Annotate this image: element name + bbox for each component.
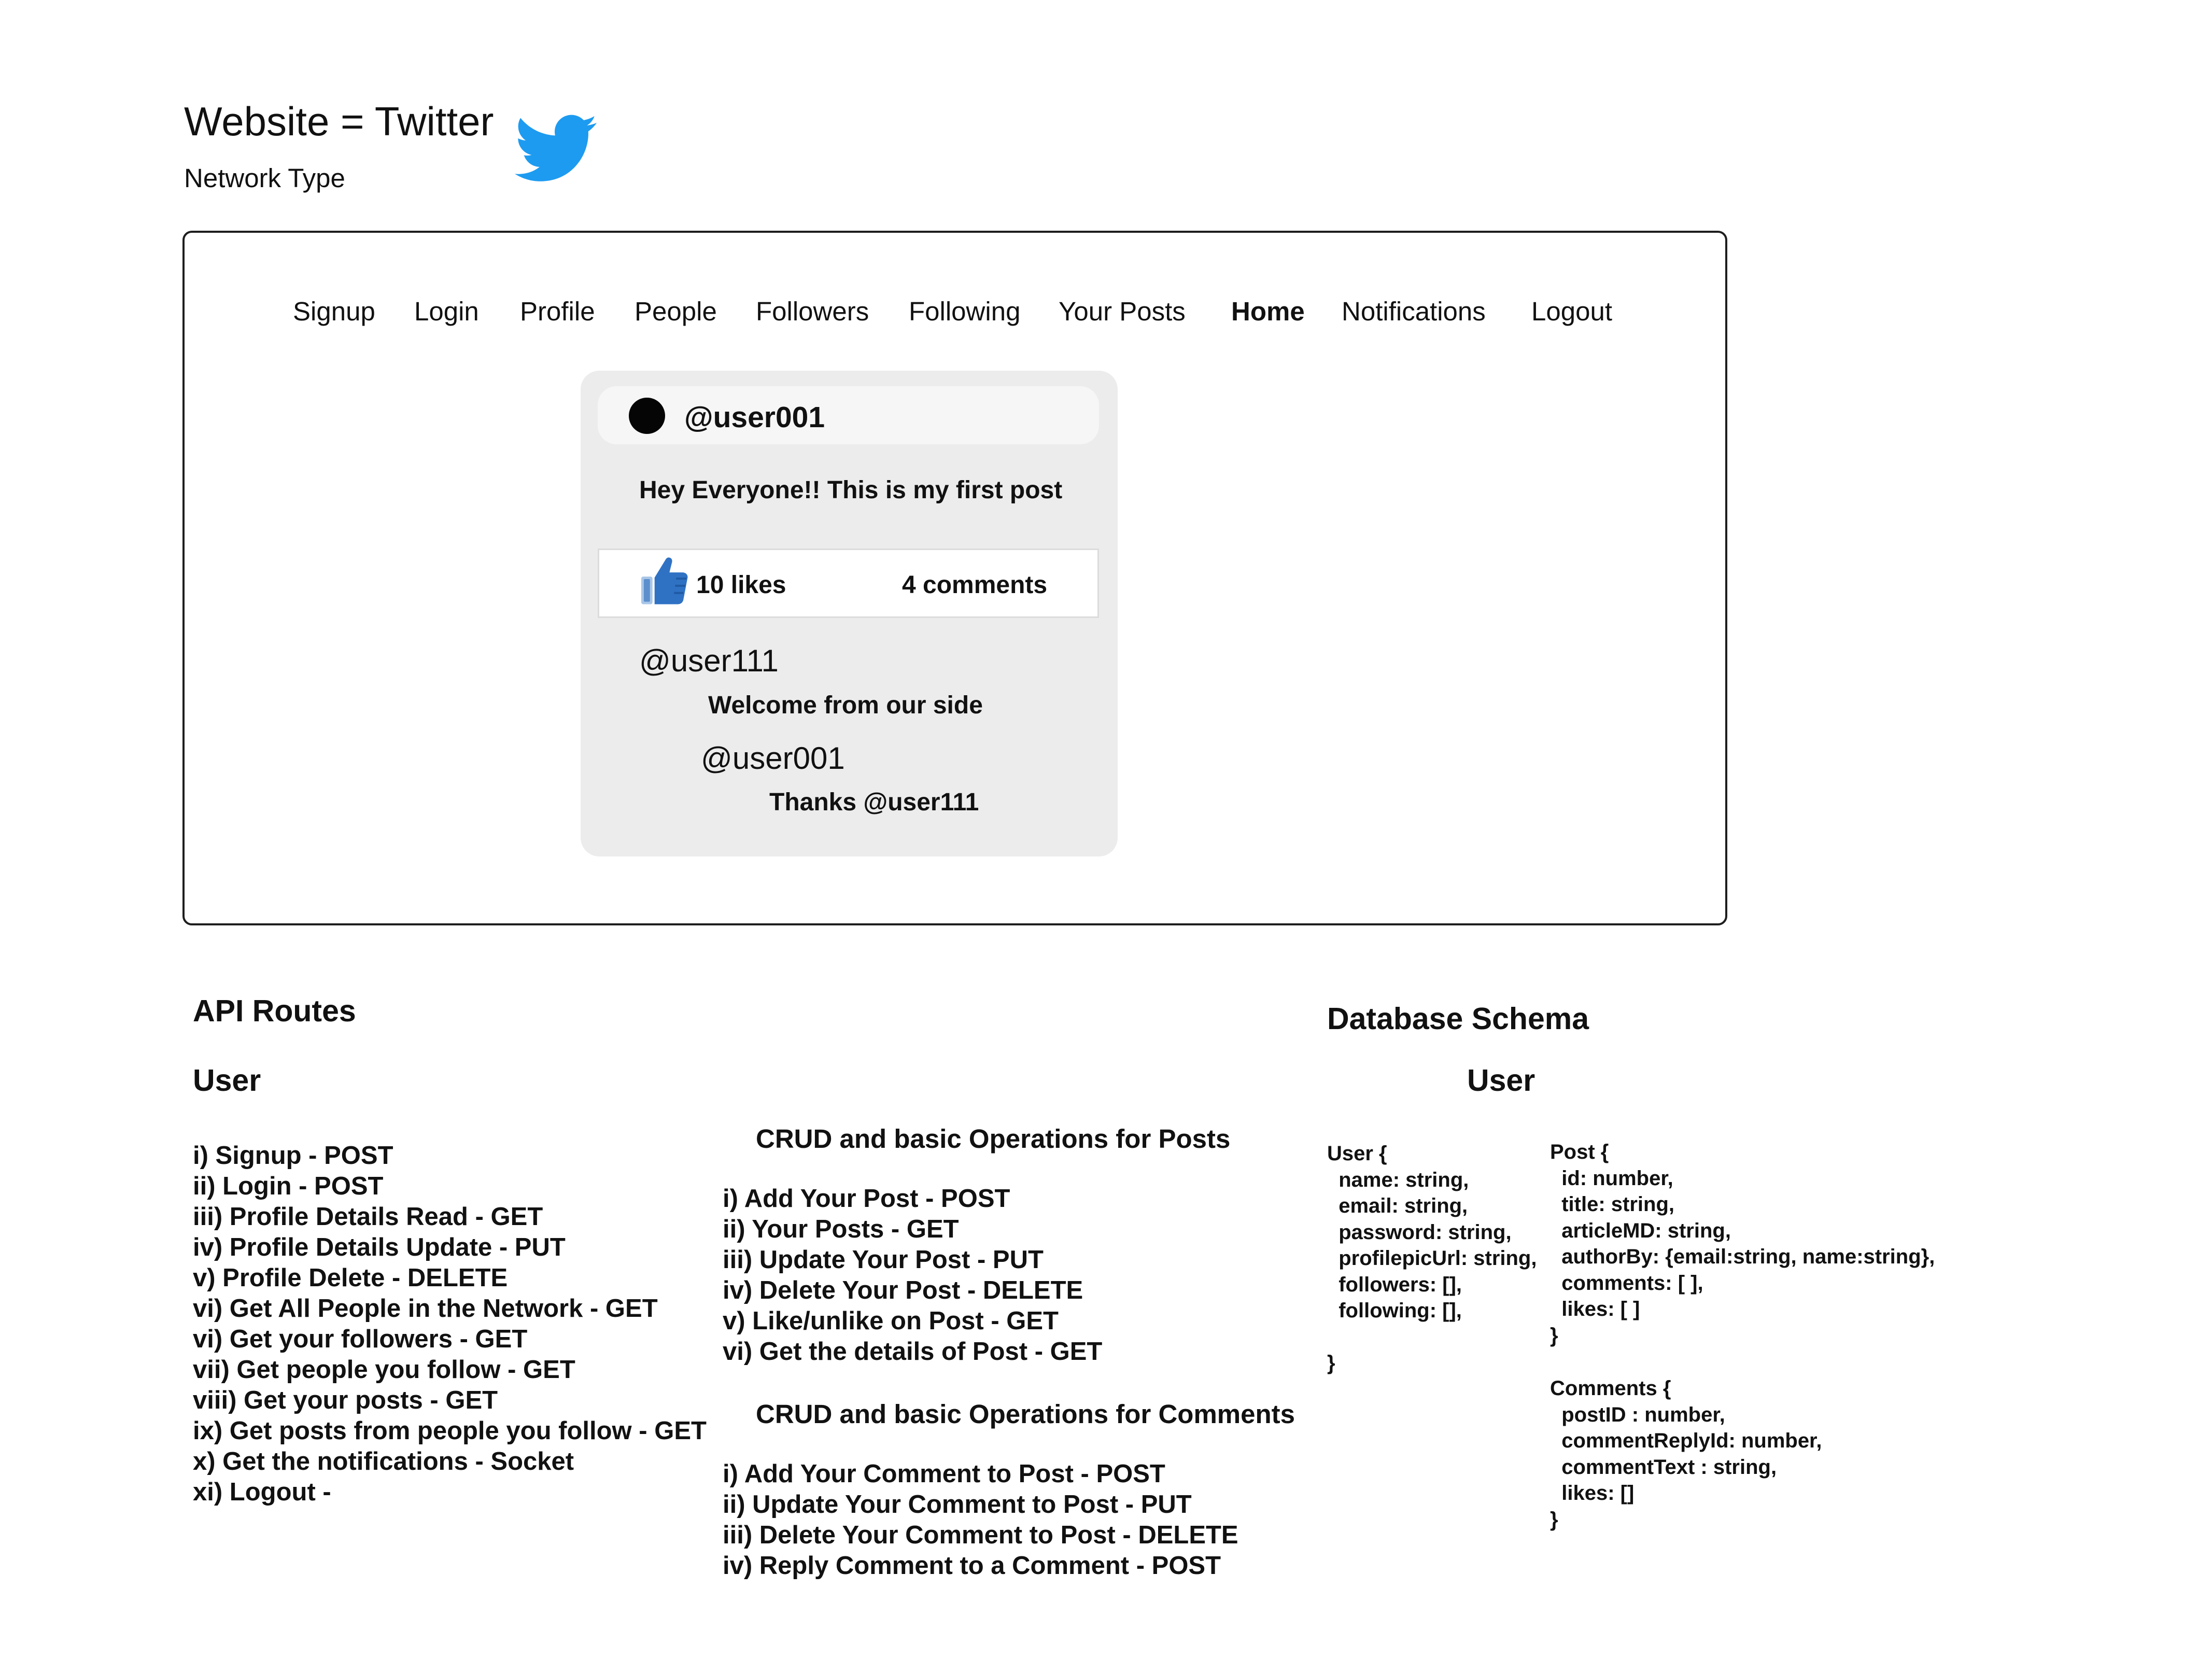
list-item: iv) Profile Details Update - PUT xyxy=(193,1233,566,1261)
list-item: vi) Get your followers - GET xyxy=(193,1325,528,1353)
likes-count[interactable]: 10 likes xyxy=(696,573,786,598)
comment-text: Welcome from our side xyxy=(708,692,983,719)
comment-routes-list: i) Add Your Comment to Post - POST ii) U… xyxy=(723,1459,1238,1581)
list-item: i) Add Your Comment to Post - POST xyxy=(723,1460,1165,1488)
list-item: v) Profile Delete - DELETE xyxy=(193,1264,508,1292)
nav-people[interactable]: People xyxy=(635,298,717,325)
list-item: ii) Update Your Comment to Post - PUT xyxy=(723,1491,1192,1519)
post-text: Hey Everyone!! This is my first post xyxy=(639,476,1063,504)
list-item: vi) Get All People in the Network - GET xyxy=(193,1295,658,1323)
post-routes-list: i) Add Your Post - POST ii) Your Posts -… xyxy=(723,1184,1102,1367)
list-item: i) Add Your Post - POST xyxy=(723,1185,1010,1213)
list-item: xi) Logout - xyxy=(193,1478,331,1506)
list-item: iv) Delete Your Post - DELETE xyxy=(723,1276,1083,1304)
post-author-bar[interactable] xyxy=(598,386,1099,444)
posts-crud-heading: CRUD and basic Operations for Posts xyxy=(756,1124,1231,1154)
nav-signup[interactable]: Signup xyxy=(293,298,375,325)
nav-followers[interactable]: Followers xyxy=(756,298,869,325)
list-item: iii) Profile Details Read - GET xyxy=(193,1203,543,1231)
nav-profile[interactable]: Profile xyxy=(520,298,595,325)
nav-logout[interactable]: Logout xyxy=(1531,298,1612,325)
comments-count[interactable]: 4 comments xyxy=(902,573,1047,598)
nav-following[interactable]: Following xyxy=(909,298,1020,325)
list-item: iii) Update Your Post - PUT xyxy=(723,1246,1044,1274)
user-routes-list: i) Signup - POST ii) Login - POST iii) P… xyxy=(193,1141,707,1508)
list-item: ii) Login - POST xyxy=(193,1172,384,1200)
site-subtitle: Network Type xyxy=(184,163,345,193)
list-item: iv) Reply Comment to a Comment - POST xyxy=(723,1552,1221,1580)
list-item: v) Like/unlike on Post - GET xyxy=(723,1307,1059,1335)
list-item: x) Get the notifications - Socket xyxy=(193,1447,574,1475)
comments-schema: Comments { postID : number, commentReply… xyxy=(1550,1377,1822,1531)
list-item: vii) Get people you follow - GET xyxy=(193,1356,575,1384)
post-schema: Post { id: number, title: string, articl… xyxy=(1550,1141,1935,1347)
list-item: viii) Get your posts - GET xyxy=(193,1386,498,1414)
list-item: iii) Delete Your Comment to Post - DELET… xyxy=(723,1521,1238,1549)
comment-author[interactable]: @user111 xyxy=(639,645,779,677)
list-item: i) Signup - POST xyxy=(193,1142,393,1170)
list-item: vi) Get the details of Post - GET xyxy=(723,1338,1103,1366)
reply-author[interactable]: @user001 xyxy=(701,743,845,774)
nav-login[interactable]: Login xyxy=(414,298,479,325)
nav-notifications[interactable]: Notifications xyxy=(1342,298,1486,325)
site-title: Website = Twitter xyxy=(184,99,494,144)
thumbs-up-icon[interactable] xyxy=(639,555,688,607)
api-routes-title: API Routes xyxy=(193,994,356,1028)
twitter-bird-icon xyxy=(515,115,597,181)
nav-home[interactable]: Home xyxy=(1231,298,1305,325)
list-item: ix) Get posts from people you follow - G… xyxy=(193,1417,707,1445)
db-schema-title: Database Schema xyxy=(1327,1002,1589,1036)
api-user-heading: User xyxy=(193,1063,261,1098)
db-user-heading: User xyxy=(1467,1063,1535,1098)
nav-your-posts[interactable]: Your Posts xyxy=(1059,298,1186,325)
comments-crud-heading: CRUD and basic Operations for Comments xyxy=(756,1399,1295,1429)
list-item: ii) Your Posts - GET xyxy=(723,1215,959,1243)
reply-text: Thanks @user111 xyxy=(769,789,979,816)
user-schema: User { name: string, email: string, pass… xyxy=(1327,1142,1537,1374)
avatar[interactable] xyxy=(629,398,665,434)
post-author[interactable]: @user001 xyxy=(684,403,825,432)
